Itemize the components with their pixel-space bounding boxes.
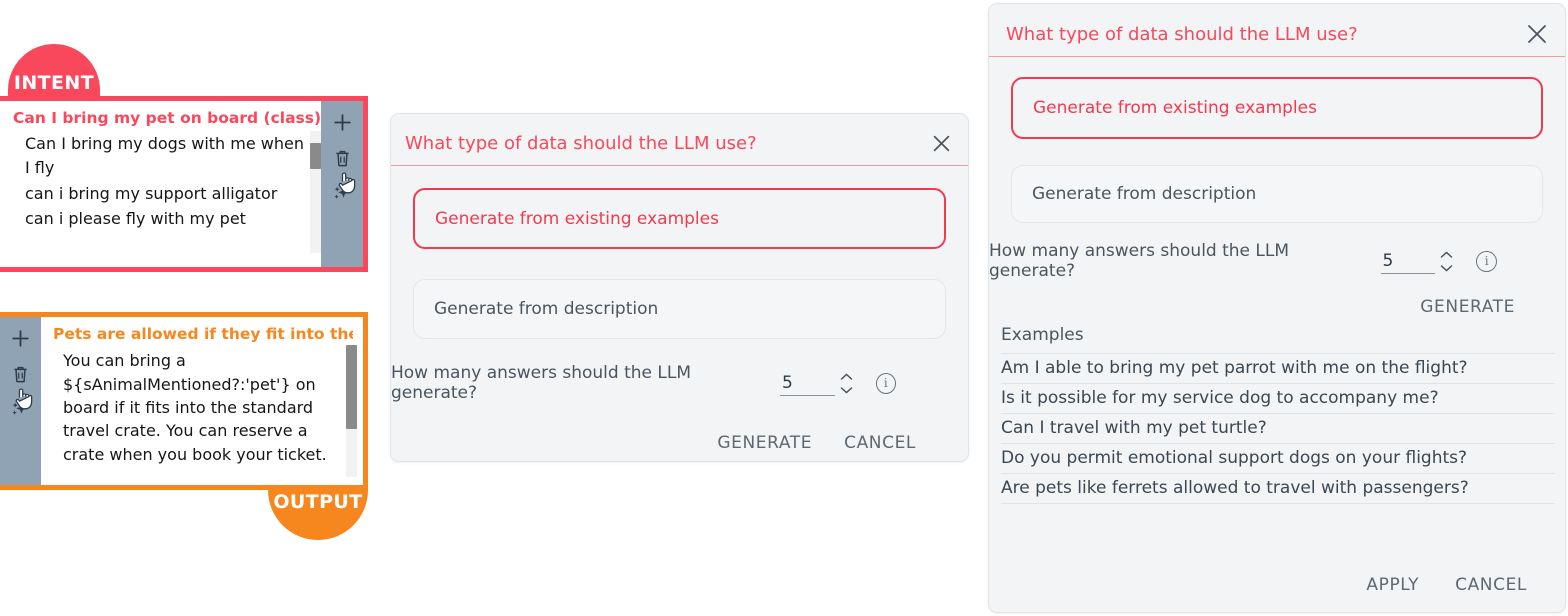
- output-badge-label: OUTPUT: [273, 491, 363, 513]
- examples-label: Examples: [1001, 325, 1084, 345]
- answer-count-value: 5: [1382, 251, 1394, 271]
- answer-count-stepper[interactable]: [839, 372, 854, 395]
- intent-badge: INTENT: [8, 44, 100, 100]
- output-body-text[interactable]: You can bring a ${sAnimalMentioned?:'pet…: [53, 349, 353, 466]
- output-scrollbar-thumb[interactable]: [346, 345, 357, 429]
- answer-count-label: How many answers should the LLM generate…: [989, 241, 1290, 281]
- plus-icon[interactable]: [327, 105, 357, 139]
- close-icon[interactable]: [928, 130, 954, 156]
- intent-phrase[interactable]: can i bring my support alligator: [13, 182, 311, 206]
- intent-card[interactable]: Can I bring my pet on board (class) Can …: [0, 96, 368, 272]
- llm-data-type-panel: What type of data should the LLM use? Ge…: [988, 3, 1566, 613]
- answer-count-value: 5: [782, 373, 793, 393]
- generate-row: GENERATE: [989, 297, 1515, 317]
- answer-count-label: How many answers should the LLM generate…: [391, 363, 692, 403]
- intent-scrollbar-track[interactable]: [310, 131, 321, 253]
- close-icon[interactable]: [1524, 21, 1550, 47]
- sparkle-icon[interactable]: [327, 177, 357, 211]
- panel-title: What type of data should the LLM use?: [1006, 23, 1358, 45]
- cancel-button[interactable]: CANCEL: [844, 433, 916, 453]
- list-item[interactable]: Am I able to bring my pet parrot with me…: [1001, 353, 1555, 384]
- trash-icon[interactable]: [5, 357, 35, 391]
- examples-list: Am I able to bring my pet parrot with me…: [1001, 353, 1555, 504]
- apply-button[interactable]: APPLY: [1366, 575, 1419, 595]
- option-generate-from-existing-examples[interactable]: Generate from existing examples: [1011, 77, 1543, 139]
- output-badge: OUTPUT: [268, 486, 368, 540]
- info-icon[interactable]: i: [1476, 250, 1497, 272]
- intent-scrollbar-thumb[interactable]: [310, 143, 321, 169]
- dialog-actions: GENERATE CANCEL: [391, 433, 916, 453]
- intent-phrase[interactable]: can i please fly with my pet: [13, 207, 311, 231]
- list-item[interactable]: Is it possible for my service dog to acc…: [1001, 384, 1555, 414]
- dialog-header: What type of data should the LLM use?: [391, 114, 968, 166]
- option-label: Generate from description: [1032, 184, 1257, 204]
- output-card-content: Pets are allowed if they fit into the … …: [41, 317, 363, 485]
- generate-button[interactable]: GENERATE: [1420, 297, 1515, 317]
- answer-count-row: How many answers should the LLM generate…: [391, 363, 896, 403]
- intent-card-body: Can I bring my pet on board (class) Can …: [0, 101, 363, 267]
- sparkle-icon[interactable]: [5, 393, 35, 427]
- answer-count-input[interactable]: 5: [780, 370, 835, 396]
- info-icon[interactable]: i: [875, 372, 896, 394]
- option-generate-from-description[interactable]: Generate from description: [1011, 165, 1543, 223]
- option-generate-from-description[interactable]: Generate from description: [413, 279, 946, 339]
- output-toolbar: [0, 317, 41, 485]
- list-item[interactable]: Do you permit emotional support dogs on …: [1001, 444, 1555, 474]
- output-scrollbar-track[interactable]: [346, 345, 357, 477]
- plus-icon[interactable]: [5, 321, 35, 355]
- panel-header: What type of data should the LLM use?: [989, 4, 1565, 57]
- output-title: Pets are allowed if they fit into the …: [53, 325, 353, 343]
- cancel-button[interactable]: CANCEL: [1455, 575, 1527, 595]
- option-generate-from-existing-examples[interactable]: Generate from existing examples: [413, 188, 946, 249]
- list-item[interactable]: Are pets like ferrets allowed to travel …: [1001, 474, 1555, 504]
- answer-count-input[interactable]: 5: [1380, 248, 1436, 274]
- intent-title: Can I bring my pet on board (class): [13, 109, 321, 127]
- output-card[interactable]: Pets are allowed if they fit into the … …: [0, 312, 368, 490]
- intent-badge-label: INTENT: [13, 72, 95, 94]
- output-card-body: Pets are allowed if they fit into the … …: [0, 317, 363, 485]
- intent-phrase[interactable]: Can I bring my dogs with me when I fly: [13, 132, 311, 179]
- answer-count-row: How many answers should the LLM generate…: [989, 241, 1497, 281]
- answer-count-stepper[interactable]: [1439, 250, 1454, 273]
- option-label: Generate from existing examples: [435, 208, 719, 229]
- panel-actions: APPLY CANCEL: [1366, 575, 1527, 595]
- list-item[interactable]: Can I travel with my pet turtle?: [1001, 414, 1555, 444]
- dialog-title: What type of data should the LLM use?: [405, 132, 757, 154]
- llm-data-type-dialog: What type of data should the LLM use? Ge…: [390, 113, 969, 462]
- option-label: Generate from description: [434, 299, 659, 319]
- generate-button[interactable]: GENERATE: [717, 433, 812, 453]
- option-label: Generate from existing examples: [1033, 98, 1317, 118]
- intent-toolbar: [321, 101, 363, 267]
- intent-card-content: Can I bring my pet on board (class) Can …: [0, 101, 321, 267]
- trash-icon[interactable]: [327, 141, 357, 175]
